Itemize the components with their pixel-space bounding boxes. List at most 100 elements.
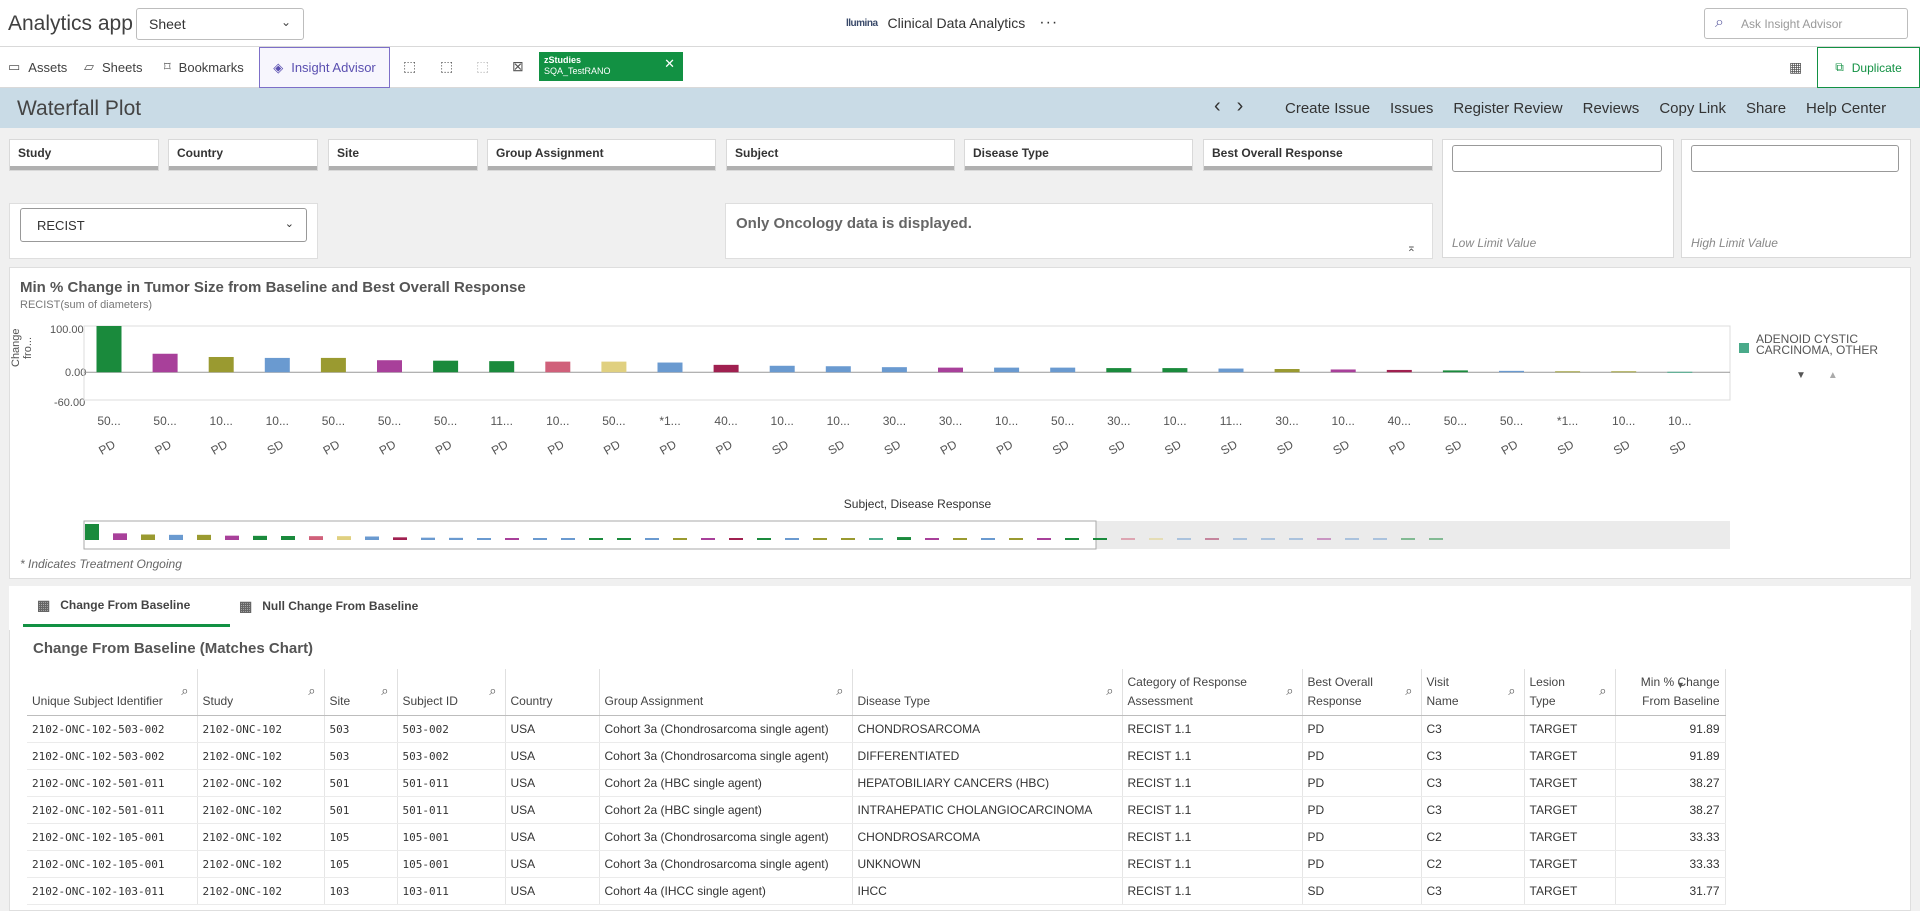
table-cell[interactable]: 2102-ONC-102 [197, 715, 325, 743]
chart-bar[interactable] [1442, 370, 1468, 373]
chart-bar[interactable] [769, 365, 795, 373]
table-cell[interactable]: 33.33 [1615, 823, 1726, 851]
chart-bar[interactable] [1330, 369, 1356, 373]
chart-bar[interactable] [713, 364, 739, 373]
col-lesion-type[interactable]: Lesion Type ⌕ [1524, 669, 1616, 716]
table-cell[interactable]: 2102-ONC-102-501-011 [27, 796, 198, 824]
table-cell[interactable]: C3 [1421, 796, 1525, 824]
table-cell[interactable]: 501 [324, 769, 398, 797]
chart-bar[interactable] [881, 367, 907, 373]
search-icon[interactable]: ⌕ [308, 681, 315, 700]
chart-bar[interactable] [825, 366, 851, 373]
table-cell[interactable]: 501-011 [397, 796, 506, 824]
chart-bar[interactable] [320, 357, 346, 373]
table-cell[interactable]: USA [505, 769, 600, 797]
table-cell[interactable]: 2102-ONC-102-503-002 [27, 715, 198, 743]
table-cell[interactable]: 503 [324, 715, 398, 743]
share-button[interactable]: Share [1746, 100, 1786, 117]
col-study[interactable]: Study ⌕ [197, 669, 325, 716]
copy-link-button[interactable]: Copy Link [1659, 100, 1726, 117]
table-cell[interactable]: USA [505, 715, 600, 743]
table-cell[interactable]: 103-011 [397, 877, 506, 905]
criteria-dropdown[interactable]: RECIST ⌄ [20, 208, 307, 242]
table-cell[interactable]: 105 [324, 823, 398, 851]
table-row[interactable]: 2102-ONC-102-105-001 2102-ONC-102 105 105-0… [27, 823, 1726, 851]
step-forward-icon[interactable]: ⬚ [476, 58, 489, 75]
table-row[interactable]: 2102-ONC-102-501-011 2102-ONC-102 501 501-0… [27, 769, 1726, 797]
table-row[interactable]: 2102-ONC-102-503-002 2102-ONC-102 503 503-0… [27, 715, 1726, 743]
chart-bar[interactable] [208, 356, 234, 373]
expand-icon[interactable]: ⌅ [1407, 241, 1416, 254]
table-cell[interactable]: TARGET [1524, 850, 1616, 878]
bookmarks-button[interactable]: ⌑ Bookmarks [164, 47, 244, 87]
chart-bar[interactable] [938, 367, 963, 373]
table-cell[interactable]: 501-011 [397, 769, 506, 797]
table-cell[interactable]: C2 [1421, 823, 1525, 851]
table-cell[interactable]: USA [505, 877, 600, 905]
table-cell[interactable]: 105 [324, 850, 398, 878]
col-unique-subject-identifier[interactable]: Unique Subject Identifier ⌕ [27, 669, 198, 716]
table-cell[interactable]: CHONDROSARCOMA [852, 715, 1123, 743]
col-best-overall-response[interactable]: Best Overall Response ⌕ [1302, 669, 1422, 716]
table-cell[interactable]: 2102-ONC-102-105-001 [27, 850, 198, 878]
sheets-button[interactable]: ▱ Sheets [84, 47, 142, 87]
table-cell[interactable]: RECIST 1.1 [1122, 823, 1303, 851]
chart-bar[interactable] [264, 357, 290, 373]
low-limit-input[interactable] [1452, 145, 1662, 172]
table-cell[interactable]: C3 [1421, 769, 1525, 797]
col-country[interactable]: Country [505, 669, 600, 716]
table-cell[interactable]: DIFFERENTIATED [852, 742, 1123, 770]
table-cell[interactable]: Cohort 3a (Chondrosarcoma single agent) [599, 742, 853, 770]
table-row[interactable]: 2102-ONC-102-103-011 2102-ONC-102 103 103-0… [27, 877, 1726, 905]
app-title[interactable]: Analytics app [8, 12, 133, 36]
table-cell[interactable]: PD [1302, 850, 1422, 878]
table-cell[interactable]: 2102-ONC-102-503-002 [27, 742, 198, 770]
duplicate-button[interactable]: ⧉ Duplicate [1817, 47, 1920, 88]
table-cell[interactable]: 503-002 [397, 742, 506, 770]
search-icon[interactable]: ⌕ [489, 681, 496, 700]
table-cell[interactable]: PD [1302, 796, 1422, 824]
table-cell[interactable]: RECIST 1.1 [1122, 796, 1303, 824]
arrow-down-icon[interactable]: ▼ [1796, 370, 1806, 381]
table-cell[interactable]: 503 [324, 742, 398, 770]
table-row[interactable]: 2102-ONC-102-503-002 2102-ONC-102 503 503-0… [27, 742, 1726, 770]
table-cell[interactable]: 501 [324, 796, 398, 824]
legend-entry[interactable]: ADENOID CYSTIC CARCINOMA, OTHER [1756, 334, 1880, 356]
table-cell[interactable]: Cohort 4a (IHCC single agent) [599, 877, 853, 905]
table-cell[interactable]: PD [1302, 823, 1422, 851]
filter-disease-type[interactable]: Disease Type [964, 139, 1193, 171]
reviews-button[interactable]: Reviews [1583, 100, 1640, 117]
table-cell[interactable]: 31.77 [1615, 877, 1726, 905]
table-cell[interactable]: C3 [1421, 742, 1525, 770]
issues-button[interactable]: Issues [1390, 100, 1433, 117]
table-cell[interactable]: USA [505, 742, 600, 770]
chart-bar[interactable] [1386, 369, 1412, 373]
chevron-left-icon[interactable]: ‹ [1214, 95, 1221, 117]
table-cell[interactable]: 2102-ONC-102 [197, 877, 325, 905]
insight-advisor-button[interactable]: ◈ Insight Advisor [259, 47, 390, 88]
table-cell[interactable]: 2102-ONC-102 [197, 796, 325, 824]
search-icon[interactable]: ⌕ [1599, 681, 1606, 700]
more-options-icon[interactable]: ··· [1039, 14, 1058, 32]
filter-study[interactable]: Study [9, 139, 159, 171]
table-cell[interactable]: 503-002 [397, 715, 506, 743]
table-cell[interactable]: RECIST 1.1 [1122, 769, 1303, 797]
table-cell[interactable]: Cohort 3a (Chondrosarcoma single agent) [599, 823, 853, 851]
table-cell[interactable]: Cohort 2a (HBC single agent) [599, 769, 853, 797]
table-cell[interactable]: RECIST 1.1 [1122, 850, 1303, 878]
arrow-up-icon[interactable]: ▲ [1828, 370, 1838, 381]
col-visit-name[interactable]: Visit Name ⌕ [1421, 669, 1525, 716]
selections-tool-icon[interactable]: ⬚ [440, 58, 453, 75]
chart-bar[interactable] [1274, 369, 1300, 373]
col-site[interactable]: Site ⌕ [324, 669, 398, 716]
col-min-change[interactable]: Min % Change From Baseline [1615, 669, 1726, 716]
table-cell[interactable]: USA [505, 796, 600, 824]
chart-bar[interactable] [1218, 368, 1244, 373]
table-cell[interactable]: 38.27 [1615, 796, 1726, 824]
sheet-dropdown[interactable]: Sheet ⌄ [136, 8, 304, 40]
table-cell[interactable]: RECIST 1.1 [1122, 715, 1303, 743]
table-cell[interactable]: Cohort 3a (Chondrosarcoma single agent) [599, 850, 853, 878]
table-cell[interactable]: SD [1302, 877, 1422, 905]
search-icon[interactable]: ⌕ [181, 681, 188, 700]
table-cell[interactable]: 105-001 [397, 823, 506, 851]
